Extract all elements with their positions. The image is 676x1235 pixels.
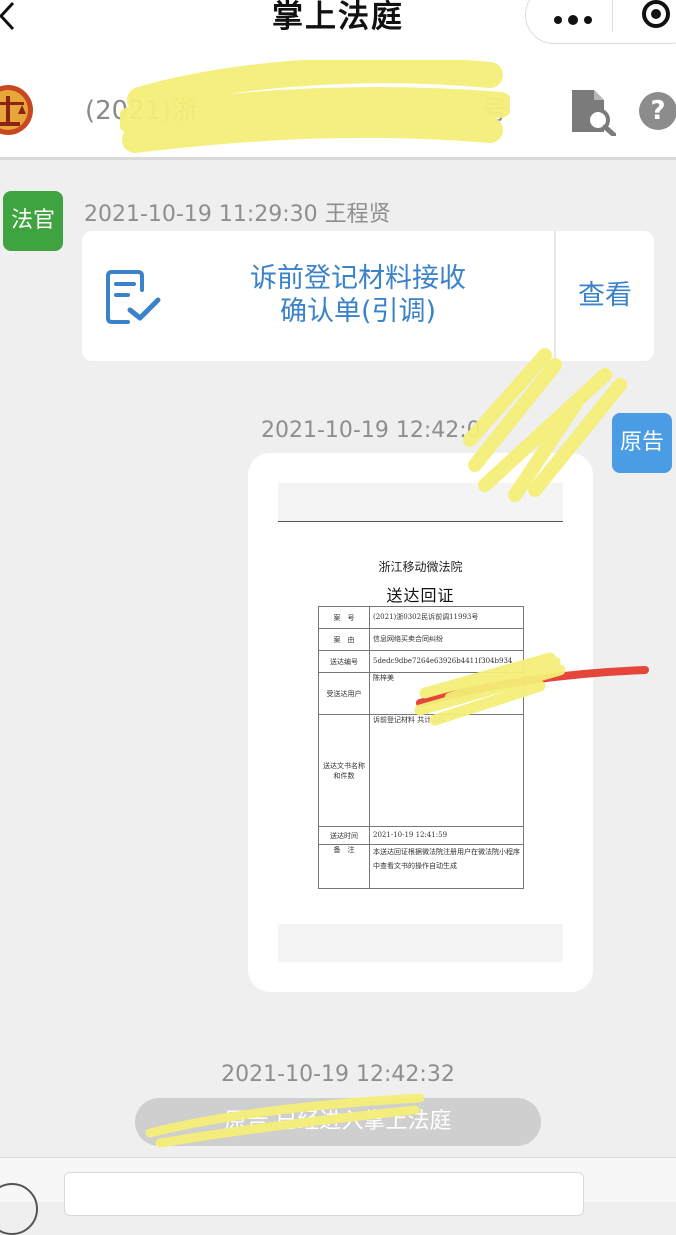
form-check-icon bbox=[104, 268, 162, 326]
receipt-header-bar bbox=[278, 483, 563, 522]
receipt-value: 诉前登记材料 共计:1件 bbox=[373, 716, 446, 724]
receipt-label: 案 号 bbox=[318, 606, 370, 629]
receipt-label: 送达编号 bbox=[318, 650, 370, 673]
more-menu-icon[interactable] bbox=[553, 10, 593, 25]
message-input[interactable] bbox=[64, 1172, 584, 1216]
view-document-button[interactable]: 查看 bbox=[556, 231, 654, 361]
system-message-timestamp: 2021-10-19 12:42:32 bbox=[221, 1062, 455, 1087]
receipt-label: 备 注 bbox=[318, 844, 370, 889]
plaintiff-message-timestamp: 2021-10-19 12:42:0 bbox=[261, 418, 481, 443]
receipt-value: 陈梓美 bbox=[373, 674, 394, 682]
receipt-value: 信息网络买卖合同纠纷 bbox=[373, 635, 443, 643]
receipt-label: 送达文书名称和件数 bbox=[318, 714, 370, 827]
close-miniprogram-icon[interactable] bbox=[640, 0, 672, 32]
receipt-value: 5dedc9dbe7264e63926b4411f304b934 bbox=[373, 657, 513, 665]
table-row: 案 由 信息网络买卖合同纠纷 bbox=[318, 628, 524, 651]
receipt-value: 2021-10-19 12:41:59 bbox=[373, 831, 448, 839]
court-emblem-icon bbox=[0, 84, 36, 136]
receipt-value: (2021)浙0302民诉前调11993号 bbox=[373, 613, 479, 621]
table-row: 送达时间 2021-10-19 12:41:59 bbox=[318, 826, 524, 845]
case-number-title: (2021)浙 bbox=[85, 96, 198, 126]
capsule-divider bbox=[612, 0, 613, 32]
receipt-court-name: 浙江移动微法院 bbox=[378, 560, 463, 574]
document-card-title-line2: 确认单(引调) bbox=[279, 296, 437, 327]
document-card-title[interactable]: 诉前登记材料接收 确认单(引调) bbox=[180, 262, 536, 328]
document-search-icon[interactable] bbox=[568, 88, 617, 138]
header-divider bbox=[0, 157, 676, 160]
receipt-value: 本送达回证根据微法院注册用户在微法院小程序中查看文书的操作自动生成 bbox=[373, 848, 520, 870]
case-number-suffix: 号 bbox=[482, 96, 509, 126]
document-card-title-line1: 诉前登记材料接收 bbox=[250, 263, 466, 294]
receipt-title: 送达回证 bbox=[386, 586, 455, 605]
receipt-label: 受送达用户 bbox=[318, 672, 370, 715]
table-row: 受送达用户 陈梓美 bbox=[318, 672, 524, 715]
plaintiff-avatar: 原告 bbox=[612, 413, 672, 473]
judge-avatar: 法官 bbox=[3, 191, 63, 251]
receipt-label: 案 由 bbox=[318, 628, 370, 651]
judge-message-timestamp: 2021-10-19 11:29:30 王程贤 bbox=[84, 202, 391, 227]
table-row: 案 号 (2021)浙0302民诉前调11993号 bbox=[318, 606, 524, 629]
receipt-footer-bar bbox=[278, 924, 563, 962]
receipt-label: 送达时间 bbox=[318, 826, 370, 845]
table-row: 送达编号 5dedc9dbe7264e63926b4411f304b934 bbox=[318, 650, 524, 673]
table-row: 送达文书名称和件数 诉前登记材料 共计:1件 bbox=[318, 714, 524, 827]
system-notice: 原告 已经进入掌上法庭 bbox=[135, 1098, 541, 1146]
table-row: 备 注 本送达回证根据微法院注册用户在微法院小程序中查看文书的操作自动生成 bbox=[318, 844, 524, 889]
receipt-table: 案 号 (2021)浙0302民诉前调11993号 案 由 信息网络买卖合同纠纷… bbox=[318, 606, 524, 889]
help-icon[interactable]: ? bbox=[639, 92, 676, 130]
